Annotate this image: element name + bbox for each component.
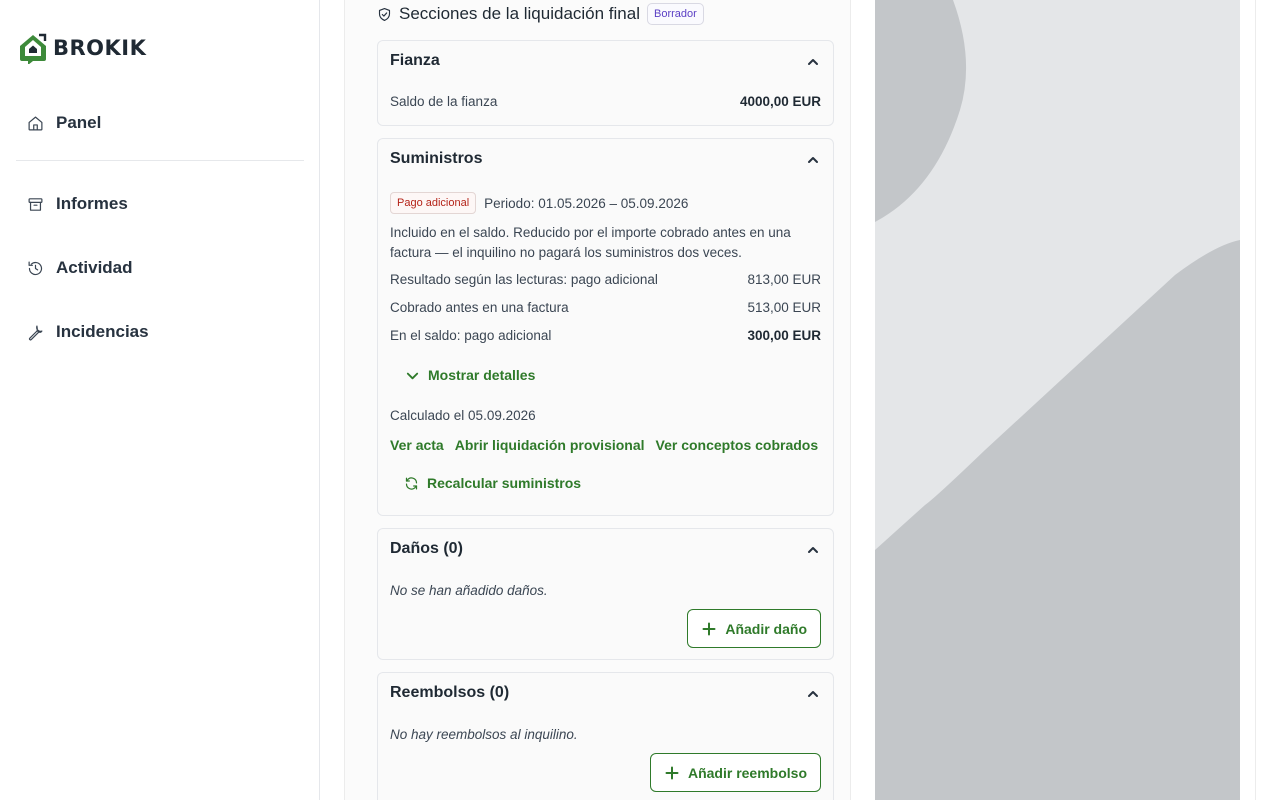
chevron-up-icon[interactable] bbox=[807, 56, 819, 68]
right-gutter bbox=[1240, 0, 1280, 800]
row-value: 300,00 EUR bbox=[747, 328, 821, 343]
history-icon bbox=[28, 261, 43, 275]
supplies-status: Pago adicional Periodo: 01.05.2026 – 05.… bbox=[390, 192, 688, 214]
recalculate-label: Recalcular suministros bbox=[427, 475, 582, 491]
wrench-icon bbox=[28, 325, 43, 340]
shield-check-icon bbox=[378, 7, 391, 21]
sidebar: BROKIK Panel Informes Actividad Incidenc… bbox=[0, 0, 320, 800]
supplies-links: Ver acta Abrir liquidación provisional V… bbox=[390, 437, 818, 453]
add-damage-button[interactable]: Añadir daño bbox=[687, 609, 821, 648]
panel-fianza: Fianza Saldo de la fianza 4000,00 EUR bbox=[377, 40, 834, 126]
brand-name: BROKIK bbox=[53, 36, 147, 60]
section-title: Secciones de la liquidación final bbox=[399, 4, 640, 23]
refresh-icon bbox=[405, 476, 418, 490]
row-value: 513,00 EUR bbox=[747, 300, 821, 315]
sidebar-item-informes[interactable]: Informes bbox=[16, 184, 304, 224]
panel-title: Reembolsos (0) bbox=[390, 684, 510, 701]
house-logo-icon bbox=[20, 33, 47, 64]
panel-title: Daños (0) bbox=[390, 540, 463, 557]
sidebar-item-label: Incidencias bbox=[56, 322, 149, 341]
chevron-down-icon bbox=[406, 372, 419, 379]
sidebar-item-label: Panel bbox=[56, 113, 102, 132]
show-details-label: Mostrar detalles bbox=[428, 367, 536, 383]
decorative-illustration bbox=[875, 0, 1240, 800]
plus-icon bbox=[665, 766, 679, 779]
fianza-balance-row: Saldo de la fianza 4000,00 EUR bbox=[390, 94, 821, 109]
supplies-row: Resultado según las lecturas: pago adici… bbox=[390, 272, 821, 287]
add-refund-label: Añadir reembolso bbox=[687, 764, 807, 781]
sidebar-item-label: Actividad bbox=[56, 258, 133, 277]
row-label: Resultado según las lecturas: pago adici… bbox=[390, 272, 658, 287]
abstract-shapes bbox=[875, 0, 1240, 800]
chevron-up-icon[interactable] bbox=[807, 544, 819, 556]
sidebar-item-actividad[interactable]: Actividad bbox=[16, 248, 304, 288]
sidebar-item-label: Informes bbox=[56, 194, 128, 213]
panel-title: Suministros bbox=[390, 150, 483, 167]
section-header: Secciones de la liquidación final Borrad… bbox=[377, 1, 704, 27]
row-label: En el saldo: pago adicional bbox=[390, 328, 552, 343]
recalculate-button[interactable]: Recalcular suministros bbox=[404, 475, 581, 491]
supplies-description: Incluido en el saldo. Reducido por el im… bbox=[390, 225, 791, 260]
view-act-link[interactable]: Ver acta bbox=[390, 437, 444, 453]
archive-icon bbox=[28, 197, 43, 211]
empty-damages-text: No se han añadido daños. bbox=[390, 583, 548, 598]
status-badge: Borrador bbox=[647, 3, 704, 25]
view-charged-items-link[interactable]: Ver conceptos cobrados bbox=[656, 437, 819, 453]
home-icon bbox=[28, 116, 43, 130]
panel-reembolsos: Reembolsos (0) No hay reembolsos al inqu… bbox=[377, 672, 834, 800]
sidebar-item-panel[interactable]: Panel bbox=[16, 103, 304, 143]
add-refund-button[interactable]: Añadir reembolso bbox=[649, 753, 821, 792]
supplies-period: Periodo: 01.05.2026 – 05.09.2026 bbox=[484, 195, 689, 211]
calculated-date: Calculado el 05.09.2026 bbox=[390, 408, 536, 423]
panel-suministros: Suministros Pago adicional Periodo: 01.0… bbox=[377, 138, 834, 516]
fianza-balance-label: Saldo de la fianza bbox=[390, 94, 498, 109]
fianza-balance-value: 4000,00 EUR bbox=[739, 94, 821, 109]
sidebar-item-incidencias[interactable]: Incidencias bbox=[16, 312, 304, 352]
chevron-up-icon[interactable] bbox=[807, 688, 819, 700]
panel-danos: Daños (0) No se han añadido daños. Añadi… bbox=[377, 528, 834, 660]
plus-icon bbox=[702, 622, 716, 635]
sidebar-divider bbox=[16, 160, 304, 161]
empty-refunds-text: No hay reembolsos al inquilino. bbox=[390, 727, 578, 742]
brand-logo[interactable]: BROKIK bbox=[17, 32, 146, 64]
supplies-row: Cobrado antes en una factura 513,00 EUR bbox=[390, 300, 821, 315]
row-value: 813,00 EUR bbox=[747, 272, 821, 287]
open-provisional-link[interactable]: Abrir liquidación provisional bbox=[455, 437, 645, 453]
add-damage-label: Añadir daño bbox=[725, 620, 807, 637]
chevron-up-icon[interactable] bbox=[807, 154, 819, 166]
panel-title: Fianza bbox=[390, 52, 440, 69]
status-badge: Pago adicional bbox=[390, 192, 477, 214]
row-label: Cobrado antes en una factura bbox=[390, 300, 569, 315]
show-details-button[interactable]: Mostrar detalles bbox=[405, 367, 535, 383]
supplies-row: En el saldo: pago adicional 300,00 EUR bbox=[390, 328, 821, 343]
right-gutter-divider bbox=[1255, 0, 1256, 800]
